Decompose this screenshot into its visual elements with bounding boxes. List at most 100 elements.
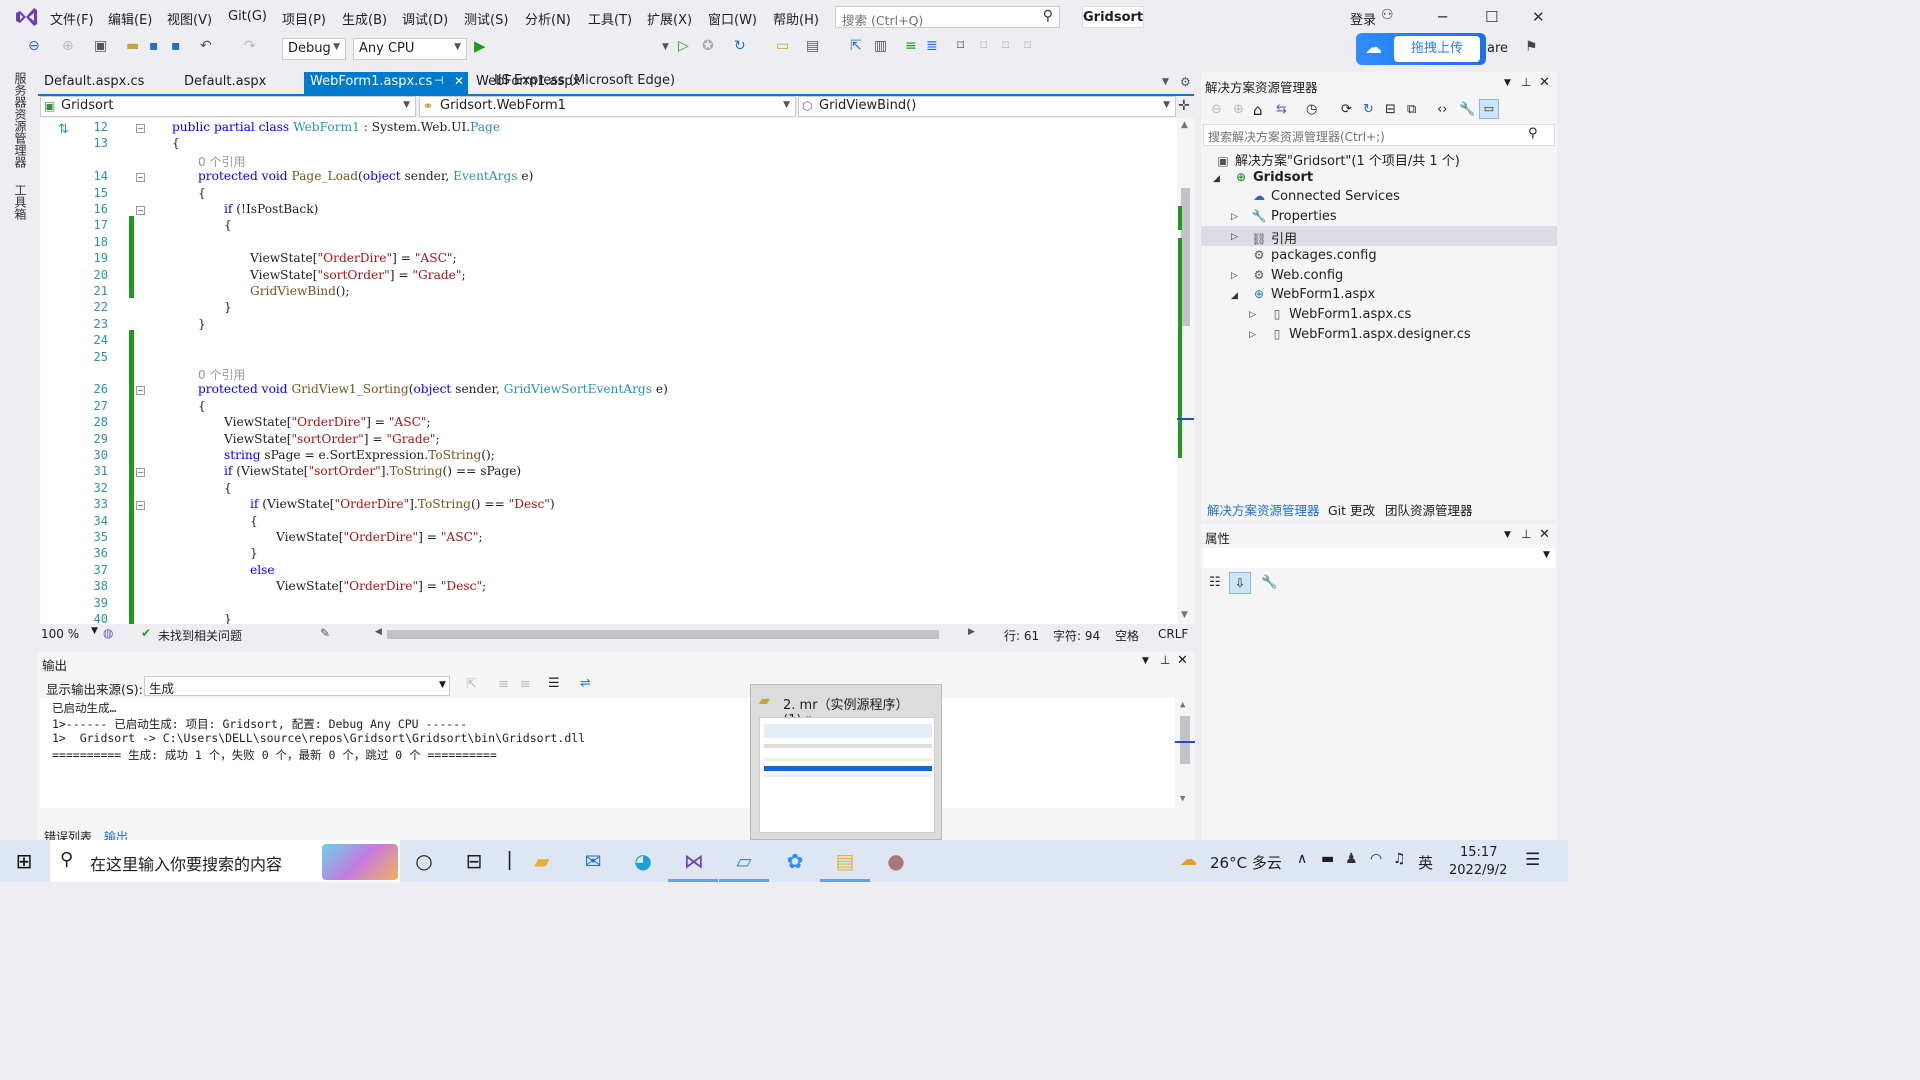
project-nav-select[interactable]: ▣ Gridsort ▼ <box>40 96 416 117</box>
bookmark-icon[interactable]: ⌑ <box>957 38 964 54</box>
refresh-icon[interactable]: ↻ <box>734 38 746 54</box>
menu-item[interactable]: 工具(T) <box>588 9 632 28</box>
tab-list-dropdown-icon[interactable]: ▼ <box>1162 77 1169 87</box>
zoom-dropdown-icon[interactable]: ▼ <box>91 626 98 636</box>
comment-icon[interactable]: ≣ <box>926 38 938 54</box>
prev-message-icon[interactable]: ≡ <box>498 677 509 692</box>
horizontal-scroll-thumb[interactable] <box>387 630 939 639</box>
expand-arrow-icon[interactable]: ▷ <box>1231 232 1238 242</box>
code-text[interactable]: protected void GridView1_Sorting(object … <box>198 382 668 396</box>
search-input[interactable]: 搜索 (Ctrl+Q) ⚲ <box>835 6 1060 28</box>
maximize-icon[interactable]: ☐ <box>1485 8 1498 26</box>
code-text[interactable]: ViewState["sortOrder"] = "Grade"; <box>224 432 440 446</box>
property-pages-wrench-icon[interactable]: 🔧 <box>1261 575 1277 590</box>
expand-arrow-icon[interactable]: ▷ <box>1249 310 1256 320</box>
code-text[interactable]: } <box>224 300 232 314</box>
server-explorer-tab[interactable]: 服务器资源管理器 <box>12 72 29 168</box>
taskbar-search-box[interactable]: ⚲ 在这里输入你要搜索的内容 <box>50 840 400 882</box>
whitespace-indicator[interactable]: 空格 <box>1115 627 1139 644</box>
cleanup-brush-icon[interactable]: ✎ <box>320 626 330 640</box>
show-hidden-icons-icon[interactable]: ∧ <box>1297 851 1307 867</box>
expand-arrow-icon[interactable]: ▷ <box>1231 212 1238 222</box>
code-text[interactable]: } <box>250 546 258 560</box>
fold-toggle-icon[interactable]: − <box>136 468 145 478</box>
tab-settings-gear-icon[interactable]: ⚙ <box>1180 75 1191 89</box>
task-view-icon[interactable]: ⊟ <box>459 846 489 876</box>
baidu-netdisk-icon[interactable]: ✿ <box>780 846 810 876</box>
word-wrap-icon[interactable]: ⇌ <box>580 676 591 691</box>
code-text[interactable]: protected void Page_Load(object sender, … <box>198 169 533 183</box>
code-text[interactable]: ViewState["OrderDire"] = "ASC"; <box>224 415 431 429</box>
code-text[interactable]: string sPage = e.SortExpression.ToString… <box>224 448 495 462</box>
refresh-icon[interactable]: ↻ <box>1363 102 1374 117</box>
expand-arrow-icon[interactable]: ▷ <box>1249 330 1256 340</box>
find-in-output-icon[interactable]: ⇱ <box>466 677 477 692</box>
back-icon[interactable]: ⊖ <box>1211 102 1222 117</box>
code-text[interactable]: { <box>198 399 206 413</box>
panel-close-icon[interactable]: ✕ <box>1539 527 1550 542</box>
tree-item-webform1-aspx[interactable]: ⊕ WebForm1.aspx <box>1251 287 1375 302</box>
solution-root-node[interactable]: ▣ 解决方案"Gridsort"(1 个项目/共 1 个) <box>1215 150 1460 169</box>
clear-bookmark-icon[interactable]: ⌑ <box>1024 38 1031 54</box>
tab-close-icon[interactable]: ✕ <box>454 74 464 88</box>
output-text-area[interactable]: 已启动生成… 1>------ 已启动生成: 项目: Gridsort, 配置: … <box>40 698 1195 808</box>
prev-bookmark-icon[interactable]: ⌑ <box>980 38 987 54</box>
fold-toggle-icon[interactable]: − <box>136 206 145 215</box>
clock-time[interactable]: 15:17 <box>1460 845 1497 860</box>
menu-item[interactable]: 生成(B) <box>342 9 387 28</box>
zoom-select[interactable]: 100 % <box>41 627 79 641</box>
forward-icon[interactable]: ⊕ <box>62 38 74 54</box>
code-text[interactable]: if (ViewState["sortOrder"].ToString() ==… <box>224 464 521 478</box>
windows-start-icon[interactable]: ⊞ <box>9 846 39 876</box>
clear-all-icon[interactable]: ☰ <box>548 676 560 691</box>
tab-solution-explorer[interactable]: 解决方案资源管理器 <box>1207 500 1320 519</box>
class-nav-select[interactable]: ⚭ Gridsort.WebForm1 ▼ <box>419 96 796 117</box>
start-without-debug-icon[interactable]: ▷ <box>678 38 689 54</box>
start-debug-icon[interactable]: ▶ <box>474 37 486 55</box>
pin-icon[interactable]: ⊥ <box>1521 75 1531 89</box>
next-bookmark-icon[interactable]: ⌑ <box>1002 38 1009 54</box>
menu-item[interactable]: 视图(V) <box>167 9 212 28</box>
clock-date[interactable]: 2022/9/2 <box>1449 863 1507 878</box>
project-node[interactable]: ⊕ Gridsort <box>1233 170 1313 185</box>
code-text[interactable]: 0 个引用 <box>198 366 245 383</box>
code-editor[interactable]: ⇅ 12 public partial class WebForm1 : Syst… <box>40 118 1177 624</box>
show-all-files-icon[interactable]: ⧉ <box>1407 102 1416 117</box>
line-indicator[interactable]: 行: 61 <box>1004 627 1039 644</box>
menu-item[interactable]: 分析(N) <box>525 9 571 28</box>
back-icon[interactable]: ⊖ <box>28 38 40 54</box>
edge-icon[interactable]: ◕ <box>628 846 658 876</box>
fold-toggle-icon[interactable]: − <box>136 501 145 511</box>
code-text[interactable]: { <box>198 186 206 200</box>
fold-toggle-icon[interactable]: − <box>136 124 145 133</box>
share-label[interactable]: are <box>1487 41 1508 56</box>
menu-item[interactable]: 调试(D) <box>402 9 448 28</box>
intellicode-icon[interactable]: ◍ <box>103 626 113 640</box>
code-text[interactable]: ViewState["OrderDire"] = "Desc"; <box>276 579 486 593</box>
code-text[interactable]: ViewState["sortOrder"] = "Grade"; <box>250 268 466 282</box>
close-icon[interactable]: ✕ <box>1532 8 1545 26</box>
home-icon[interactable]: ⌂ <box>1253 101 1263 119</box>
tree-item-web-config[interactable]: ⚙ Web.config <box>1251 268 1344 283</box>
code-text[interactable]: public partial class WebForm1 : System.W… <box>172 120 500 134</box>
weather-text[interactable]: 26°C 多云 <box>1210 852 1282 873</box>
panel-menu-icon[interactable]: ▼ <box>1504 78 1511 88</box>
solution-search-input[interactable]: 搜索解决方案资源管理器(Ctrl+;) ⚲ <box>1203 124 1555 146</box>
notepad-icon[interactable]: ▱ <box>729 846 759 876</box>
platform-select[interactable]: Any CPU ▼ <box>353 38 467 60</box>
login-link[interactable]: 登录 <box>1350 9 1376 28</box>
menu-item[interactable]: 测试(S) <box>464 9 508 28</box>
pin-icon[interactable]: ⊣ <box>434 74 444 87</box>
code-text[interactable]: ViewState["OrderDire"] = "ASC"; <box>250 251 457 265</box>
menu-item[interactable]: 项目(P) <box>282 9 326 28</box>
properties-wrench-icon[interactable]: 🔧 <box>1459 102 1475 117</box>
split-editor-icon[interactable]: ✛ <box>1178 98 1190 114</box>
menu-item[interactable]: 扩展(X) <box>647 9 692 28</box>
char-indicator[interactable]: 字符: 94 <box>1053 627 1100 644</box>
file-explorer-icon[interactable]: ▰ <box>527 846 557 876</box>
tab-default-aspx-cs[interactable]: Default.aspx.cs <box>38 72 150 94</box>
code-text[interactable]: { <box>224 218 232 232</box>
menu-item[interactable]: 编辑(E) <box>108 9 152 28</box>
pin-icon[interactable]: ⊥ <box>1521 527 1531 541</box>
mail-icon[interactable]: ✉ <box>578 846 608 876</box>
